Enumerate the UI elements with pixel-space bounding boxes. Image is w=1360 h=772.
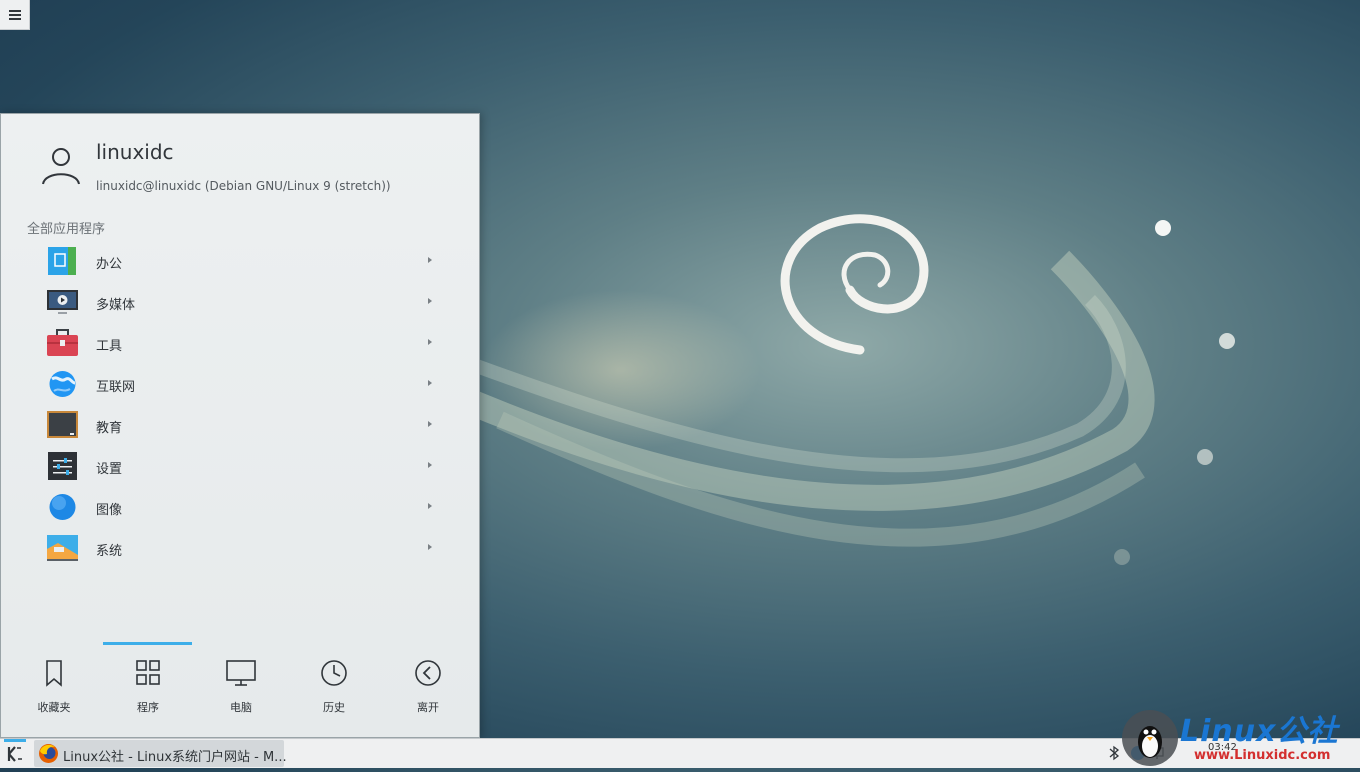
tab-label: 收藏夹 bbox=[37, 701, 71, 714]
debian-swirl-logo bbox=[780, 214, 929, 355]
education-icon bbox=[47, 411, 78, 438]
app-category-label: 图像 bbox=[96, 503, 123, 518]
chevron-right-icon bbox=[428, 257, 432, 263]
tab-label: 历史 bbox=[323, 701, 345, 714]
app-category-system[interactable]: 系统 bbox=[1, 528, 481, 569]
user-host: linuxidc@linuxidc (Debian GNU/Linux 9 (s… bbox=[96, 179, 391, 193]
app-category-utilities[interactable]: 工具 bbox=[1, 323, 481, 364]
app-category-label: 办公 bbox=[96, 257, 123, 272]
bookmark-icon bbox=[46, 660, 62, 687]
user-name: linuxidc bbox=[96, 140, 174, 164]
tab-label: 程序 bbox=[137, 701, 159, 714]
all-applications-label: 全部应用程序 bbox=[27, 222, 106, 237]
settings-icon bbox=[48, 452, 77, 480]
task-label: Linux公社 - Linux系统门户网站 - M... bbox=[63, 750, 287, 765]
app-category-label: 教育 bbox=[96, 421, 123, 436]
tab-favorites[interactable]: 收藏夹 bbox=[7, 642, 101, 739]
hamburger-icon bbox=[8, 9, 21, 20]
graphics-icon bbox=[49, 494, 76, 520]
tab-history[interactable]: 历史 bbox=[287, 642, 381, 739]
tux-penguin-icon bbox=[1122, 710, 1178, 766]
chevron-right-icon bbox=[428, 544, 432, 550]
app-category-label: 工具 bbox=[96, 339, 123, 354]
internet-icon bbox=[49, 371, 76, 397]
tab-label: 电脑 bbox=[230, 701, 252, 714]
tab-applications[interactable]: 程序 bbox=[101, 642, 195, 739]
desktop-toolbox-button[interactable] bbox=[0, 0, 30, 30]
launcher-tab-bar: 收藏夹 程序 电脑 历史 离开 bbox=[1, 642, 481, 739]
tab-leave[interactable]: 离开 bbox=[381, 642, 475, 739]
system-icon bbox=[47, 535, 78, 561]
app-category-label: 系统 bbox=[96, 544, 123, 559]
chevron-right-icon bbox=[428, 339, 432, 345]
app-category-office[interactable]: 办公 bbox=[1, 241, 481, 282]
clock-icon bbox=[321, 660, 347, 686]
tab-computer[interactable]: 电脑 bbox=[194, 642, 288, 739]
app-category-label: 互联网 bbox=[96, 380, 136, 395]
application-launcher-button[interactable] bbox=[3, 739, 27, 768]
app-category-graphics[interactable]: 图像 bbox=[1, 487, 481, 528]
chevron-right-icon bbox=[428, 503, 432, 509]
kde-logo-icon bbox=[7, 746, 22, 762]
watermark-url: www.Linuxidc.com bbox=[1194, 748, 1331, 763]
application-launcher: linuxidc linuxidc@linuxidc (Debian GNU/L… bbox=[0, 113, 480, 738]
user-avatar-icon[interactable] bbox=[39, 144, 83, 188]
app-category-settings[interactable]: 设置 bbox=[1, 446, 481, 487]
watermark-title: Linux公社 bbox=[1180, 714, 1339, 749]
back-icon bbox=[415, 660, 441, 686]
tab-label: 离开 bbox=[417, 701, 439, 714]
app-category-list: 办公 多媒体 工具 互联网 教育 设置 图像 系统 bbox=[1, 241, 481, 569]
office-icon bbox=[48, 247, 76, 275]
app-category-multimedia[interactable]: 多媒体 bbox=[1, 282, 481, 323]
linuxidc-watermark: Linux公社 03:42 www.Linuxidc.com bbox=[1120, 706, 1356, 768]
utilities-icon bbox=[47, 329, 78, 356]
app-category-internet[interactable]: 互联网 bbox=[1, 364, 481, 405]
taskbar-panel: Linux公社 - Linux系统门户网站 - M... Linux公社 03:… bbox=[0, 710, 1360, 768]
chevron-right-icon bbox=[428, 380, 432, 386]
app-category-label: 多媒体 bbox=[96, 298, 136, 313]
chevron-right-icon bbox=[428, 298, 432, 304]
task-firefox-window[interactable]: Linux公社 - Linux系统门户网站 - M... bbox=[34, 740, 287, 767]
app-category-education[interactable]: 教育 bbox=[1, 405, 481, 446]
grid-icon bbox=[136, 660, 160, 685]
chevron-right-icon bbox=[428, 462, 432, 468]
chevron-right-icon bbox=[428, 421, 432, 427]
computer-icon bbox=[226, 660, 256, 686]
app-category-label: 设置 bbox=[96, 462, 123, 477]
multimedia-icon bbox=[47, 290, 78, 314]
firefox-icon bbox=[39, 744, 58, 763]
